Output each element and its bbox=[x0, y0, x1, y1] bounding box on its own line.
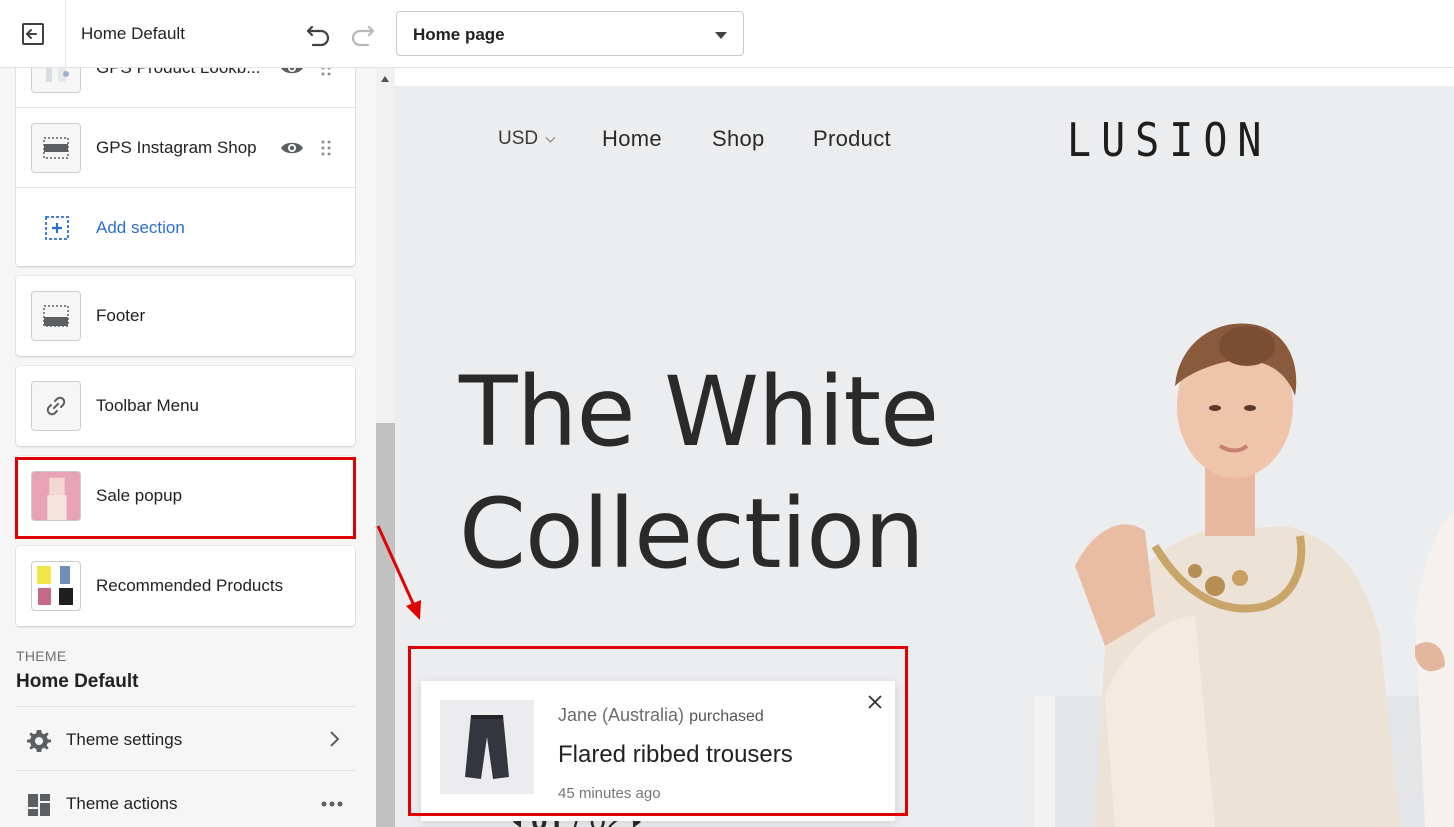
store-nav-home[interactable]: Home bbox=[602, 126, 662, 152]
add-section-label: Add section bbox=[96, 218, 185, 237]
theme-caption: THEME bbox=[16, 648, 67, 664]
hero-model-image bbox=[1035, 323, 1454, 827]
recommended-products-card[interactable]: Recommended Products bbox=[16, 546, 355, 626]
popup-verb: purchased bbox=[689, 708, 764, 725]
section-label: GPS Instagram Shop bbox=[96, 138, 257, 157]
eye-icon[interactable] bbox=[280, 68, 304, 78]
theme-settings-button[interactable]: Theme settings bbox=[16, 708, 355, 770]
toolbar-menu-label: Toolbar Menu bbox=[96, 396, 200, 415]
store-nav-shop[interactable]: Shop bbox=[712, 126, 765, 152]
link-icon bbox=[31, 381, 81, 431]
product-lookbook-thumbnail bbox=[31, 68, 81, 93]
recommended-products-label: Recommended Products bbox=[96, 576, 284, 595]
sidebar: GPS Product Lookb... GPS Instagram Shop bbox=[0, 68, 376, 827]
currency-selector[interactable]: USD bbox=[498, 128, 556, 150]
section-layout-icon bbox=[31, 123, 81, 173]
store-nav-product[interactable]: Product bbox=[813, 126, 891, 152]
drag-handle-icon[interactable] bbox=[320, 139, 332, 157]
theme-actions-button[interactable]: Theme actions bbox=[16, 772, 355, 827]
undo-button[interactable] bbox=[302, 19, 334, 51]
store-preview: USD Home Shop Product LUSION The White C… bbox=[395, 68, 1454, 827]
sale-popup[interactable]: Jane (Australia) purchased Flared ribbed… bbox=[421, 681, 895, 821]
popup-buyer-line: Jane (Australia) purchased bbox=[558, 705, 764, 726]
theme-actions-label: Theme actions bbox=[66, 794, 178, 813]
trousers-image bbox=[465, 715, 509, 779]
chevron-down-icon bbox=[715, 32, 727, 39]
toolbar-menu-card[interactable]: Toolbar Menu bbox=[16, 366, 355, 446]
section-row-recommended-products[interactable]: Recommended Products bbox=[16, 546, 355, 626]
popup-product-name[interactable]: Flared ribbed trousers bbox=[558, 741, 793, 769]
sections-card: GPS Product Lookb... GPS Instagram Shop bbox=[16, 68, 355, 266]
more-horizontal-icon[interactable] bbox=[321, 801, 343, 807]
footer-card[interactable]: Footer bbox=[16, 276, 355, 356]
section-row-product-lookbook[interactable]: GPS Product Lookb... bbox=[16, 68, 355, 108]
undo-icon bbox=[306, 25, 330, 47]
sidebar-scrollbar[interactable] bbox=[376, 68, 395, 827]
theme-name: Home Default bbox=[81, 24, 185, 43]
divider bbox=[16, 770, 355, 771]
eye-icon[interactable] bbox=[280, 138, 304, 158]
exit-icon bbox=[21, 23, 44, 45]
redo-icon bbox=[351, 25, 375, 47]
drag-handle-icon[interactable] bbox=[320, 68, 332, 77]
footer-label: Footer bbox=[96, 306, 146, 325]
dashboard-icon bbox=[28, 794, 50, 816]
section-row-toolbar-menu[interactable]: Toolbar Menu bbox=[16, 366, 355, 446]
page-select-value: Home page bbox=[413, 25, 505, 44]
popup-buyer: Jane (Australia) bbox=[558, 705, 685, 725]
theme-settings-label: Theme settings bbox=[66, 730, 183, 749]
scroll-thumb[interactable] bbox=[376, 423, 395, 827]
popup-time: 45 minutes ago bbox=[558, 785, 661, 802]
add-section-button[interactable]: Add section bbox=[16, 187, 355, 267]
theme-title: Home Default bbox=[16, 671, 139, 692]
section-row-footer[interactable]: Footer bbox=[16, 276, 355, 356]
recommended-products-thumbnail bbox=[31, 561, 81, 611]
store-logo[interactable]: LUSION bbox=[1067, 115, 1272, 168]
hero-title-line-1: The White bbox=[459, 356, 939, 468]
exit-editor-button[interactable] bbox=[0, 0, 66, 68]
divider bbox=[16, 706, 355, 707]
sale-popup-label: Sale popup bbox=[96, 486, 183, 505]
redo-button[interactable] bbox=[347, 19, 379, 51]
page-select[interactable]: Home page bbox=[396, 11, 744, 56]
store-hero: USD Home Shop Product LUSION The White C… bbox=[395, 86, 1454, 827]
section-row-instagram-shop[interactable]: GPS Instagram Shop bbox=[16, 107, 355, 187]
section-label: GPS Product Lookb... bbox=[96, 68, 260, 78]
sale-popup-card[interactable]: Sale popup bbox=[16, 456, 355, 536]
close-icon[interactable] bbox=[866, 693, 884, 711]
gear-icon bbox=[27, 730, 51, 752]
footer-layout-icon bbox=[31, 291, 81, 341]
add-section-icon bbox=[45, 216, 69, 240]
scroll-up-arrow[interactable] bbox=[381, 76, 389, 82]
chevron-right-icon bbox=[330, 731, 340, 747]
sale-popup-thumbnail bbox=[31, 471, 81, 521]
popup-product-image[interactable] bbox=[440, 700, 534, 794]
chevron-down-icon bbox=[545, 132, 556, 143]
section-row-sale-popup[interactable]: Sale popup bbox=[16, 456, 355, 536]
currency-value: USD bbox=[498, 128, 539, 149]
hero-title-line-2: Collection bbox=[459, 478, 925, 590]
top-bar: Home Default Home page bbox=[0, 0, 1454, 68]
